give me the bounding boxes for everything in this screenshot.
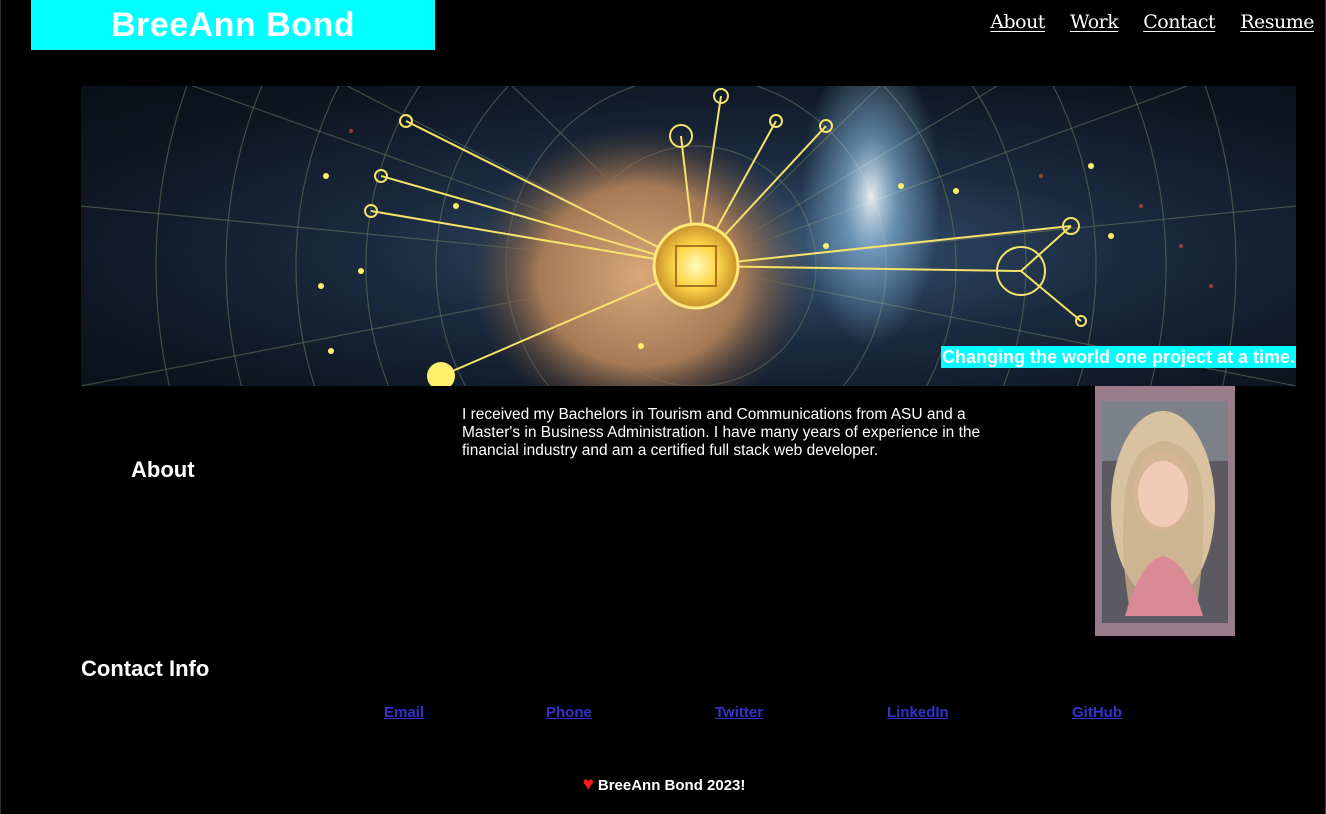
linkedin-link[interactable]: LinkedIn [887,704,949,721]
email-link[interactable]: Email [384,704,424,721]
nav-resume-link[interactable]: Resume [1240,11,1314,33]
phone-link[interactable]: Phone [546,704,592,721]
about-heading: About [131,457,195,482]
nav-contact-link[interactable]: Contact [1143,11,1215,33]
heart-icon: ♥ [582,774,594,795]
contact-heading: Contact Info [81,656,210,681]
github-link[interactable]: GitHub [1072,704,1122,721]
page: BreeAnn Bond About Work Contact Resume C… [0,0,1326,814]
hero-banner: Changing the world one project at a time… [81,86,1296,386]
site-logo[interactable]: BreeAnn Bond [31,0,435,50]
about-description: I received my Bachelors in Tourism and C… [462,406,981,459]
hero-image [81,86,1296,386]
main-nav: About Work Contact Resume [990,11,1314,33]
twitter-link[interactable]: Twitter [715,704,763,721]
footer: ♥ BreeAnn Bond 2023! [1,774,1326,796]
profile-photo [1095,386,1235,636]
nav-work-link[interactable]: Work [1070,11,1119,33]
site-title: BreeAnn Bond [111,5,355,44]
hero-tagline: Changing the world one project at a time… [940,346,1296,368]
nav-about-link[interactable]: About [990,11,1045,33]
footer-text: BreeAnn Bond 2023! [597,777,746,794]
